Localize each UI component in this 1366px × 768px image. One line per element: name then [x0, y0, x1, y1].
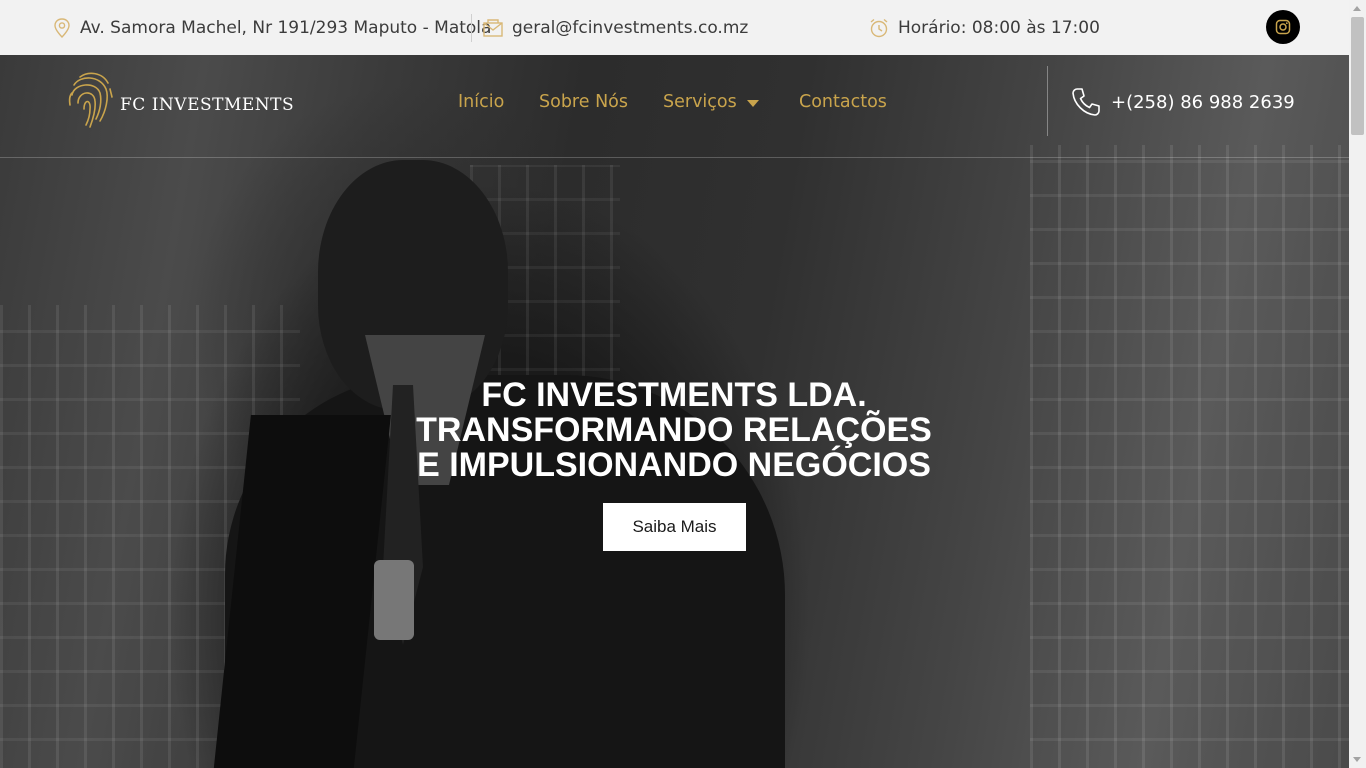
site-logo[interactable]: FC INVESTMENTS — [66, 69, 294, 131]
top-info-bar: Av. Samora Machel, Nr 191/293 Maputo - M… — [0, 0, 1349, 55]
nav-item-inicio[interactable]: Início — [458, 55, 504, 149]
saiba-mais-button[interactable]: Saiba Mais — [603, 503, 746, 551]
chevron-down-icon[interactable] — [746, 99, 759, 107]
phone-number[interactable]: +(258) 86 988 2639 — [1111, 92, 1295, 113]
building-windows-right — [1030, 145, 1349, 768]
nav-item-servicos[interactable]: Serviços — [663, 55, 759, 149]
header-divider — [1047, 66, 1048, 136]
email-link[interactable]: geral@fcinvestments.co.mz — [512, 18, 748, 38]
hero-headline-line-2: TRANSFORMANDO RELAÇÕES — [416, 411, 932, 449]
logo-text: FC INVESTMENTS — [120, 95, 295, 115]
nav-label-sobre[interactable]: Sobre Nós — [539, 92, 628, 112]
hero-headline: FC INVESTMENTS LDA. TRANSFORMANDO RELAÇÕ… — [374, 378, 974, 483]
hours-item: Horário: 08:00 às 17:00 — [868, 0, 1100, 55]
nav-label-contactos[interactable]: Contactos — [799, 92, 887, 112]
wristwatch — [374, 560, 414, 640]
nav-item-sobre[interactable]: Sobre Nós — [539, 55, 628, 149]
scroll-up-arrow-icon[interactable] — [1353, 6, 1361, 11]
alarm-clock-icon — [870, 18, 888, 37]
nav-label-inicio[interactable]: Início — [458, 92, 504, 112]
fingerprint-logo-icon — [68, 72, 113, 128]
instagram-button[interactable] — [1266, 10, 1300, 44]
page-scrollbar[interactable] — [1349, 0, 1366, 768]
site-header: FC INVESTMENTS Início Sobre Nós Serviços… — [0, 55, 1349, 158]
phone-contact[interactable]: +(258) 86 988 2639 — [1070, 55, 1295, 149]
nav-item-contactos[interactable]: Contactos — [799, 55, 887, 149]
topbar-divider — [471, 14, 472, 42]
hero-headline-line-1: FC INVESTMENTS LDA. — [481, 376, 867, 414]
address-text: Av. Samora Machel, Nr 191/293 Maputo - M… — [80, 17, 492, 38]
instagram-icon — [1275, 19, 1291, 35]
scrollbar-thumb[interactable] — [1351, 17, 1364, 135]
hero-headline-line-3: E IMPULSIONANDO NEGÓCIOS — [417, 446, 931, 484]
location-icon — [54, 17, 70, 38]
mail-icon — [483, 18, 503, 37]
phone-icon — [1072, 88, 1100, 116]
address-item: Av. Samora Machel, Nr 191/293 Maputo - M… — [52, 0, 491, 55]
hours-text: Horário: 08:00 às 17:00 — [898, 17, 1100, 38]
email-item[interactable]: geral@fcinvestments.co.mz — [482, 0, 748, 55]
nav-label-servicos[interactable]: Serviços — [663, 92, 737, 112]
scroll-down-arrow-icon[interactable] — [1353, 757, 1361, 762]
